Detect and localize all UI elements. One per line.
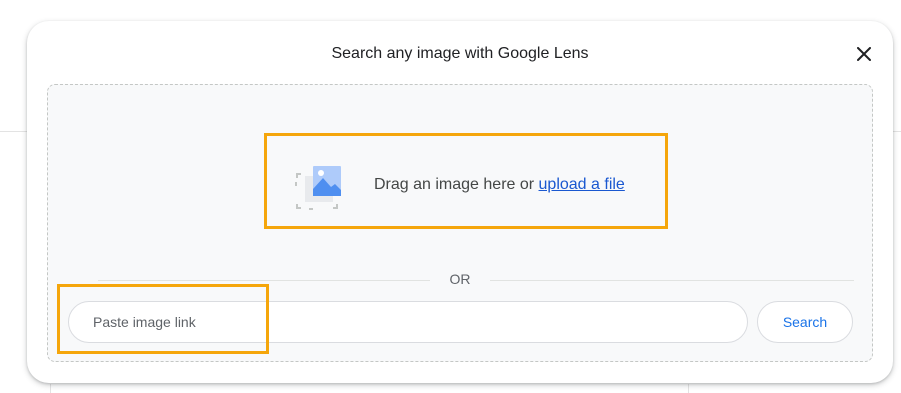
or-divider: OR bbox=[98, 270, 854, 290]
dialog-title: Search any image with Google Lens bbox=[331, 45, 589, 62]
divider-line bbox=[490, 280, 854, 281]
divider-line bbox=[98, 280, 430, 281]
background-divider bbox=[50, 384, 51, 393]
close-button[interactable] bbox=[851, 41, 877, 67]
drag-drop-zone[interactable]: Drag an image here or upload a file bbox=[264, 133, 668, 229]
or-label: OR bbox=[449, 271, 471, 287]
drag-prompt: Drag an image here or upload a file bbox=[374, 176, 625, 194]
image-drop-area[interactable]: Drag an image here or upload a file OR S… bbox=[47, 84, 873, 362]
background-divider bbox=[688, 384, 689, 393]
drag-prompt-text: Drag an image here or bbox=[374, 176, 539, 193]
upload-file-link[interactable]: upload a file bbox=[539, 176, 625, 193]
google-lens-dialog: Search any image with Google Lens Drag a… bbox=[27, 21, 893, 383]
image-link-input[interactable] bbox=[68, 301, 748, 343]
search-button[interactable]: Search bbox=[757, 301, 853, 343]
close-icon bbox=[857, 47, 871, 61]
image-placeholder-icon bbox=[295, 166, 341, 210]
